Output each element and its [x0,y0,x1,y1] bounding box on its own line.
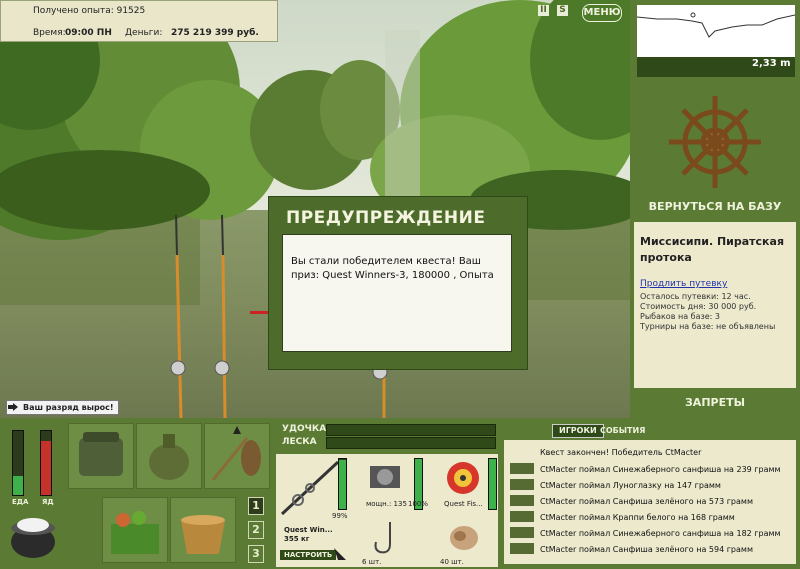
fish-icon [510,527,534,538]
rod-tension-bar [326,424,496,436]
slot-page-2-button[interactable]: 2 [248,521,264,539]
ship-wheel-icon[interactable] [660,92,770,195]
line-name: Quest Fis... [444,500,483,508]
reel-icon[interactable] [366,460,406,496]
rod-icon[interactable] [278,458,344,518]
anglers-count: Рыбаков на базе: 3 [640,312,720,321]
rod-name: Quest Win... [284,526,333,534]
poison-bar-fill [41,440,51,495]
tab-players[interactable]: ИГРОКИ [552,424,604,438]
fish-icon [510,479,534,490]
slot-page-3-button[interactable]: 3 [248,545,264,563]
line-tension-bar [326,437,496,449]
rod-percent: 99% [332,512,348,520]
arrow-right-icon [8,403,18,411]
fish-icon [510,463,534,474]
dialog-message: Вы стали победителем квеста! Ваш приз: Q… [291,256,494,281]
log-entry: CtMacter поймал Краппи белого на 168 гра… [540,513,735,522]
food-basket-icon [111,511,159,554]
return-to-base-button[interactable]: ВЕРНУТЬСЯ НА БАЗУ [636,198,794,216]
trip-time-left: Осталось путевки: 12 час. [640,292,751,301]
food-bar [12,430,24,496]
bait-count: 40 шт. [440,558,464,566]
bucket-slot[interactable] [170,497,236,563]
experience-label: Получено опыта: 91525 [33,6,146,16]
money-label: Деньги: [125,28,163,38]
day-cost: Стоимость дня: 30 000 руб. [640,302,757,311]
tackle-bag-icon [79,432,123,476]
player-stats-panel: Получено опыта: 91525 Время: 09:00 ПН Де… [0,0,278,42]
tab-events[interactable]: СОБЫТИЯ [600,425,645,437]
menu-button[interactable]: МЕНЮ [582,4,622,22]
quest-result-line: Квест закончен! Победитель CtMacter [540,448,702,457]
sound-button[interactable]: S [557,5,568,16]
tackle-bag-slot[interactable] [68,423,134,489]
rod-label: УДОЧКА [282,424,327,434]
setup-button[interactable]: НАСТРОИТЬ [280,550,337,560]
depth-value: 2,33 m [752,58,791,69]
log-entry: CtMacter поймал Санфиша зелёного на 594 … [540,545,753,554]
line-label: ЛЕСКА [282,437,317,447]
fish-icon [510,495,534,506]
pause-button[interactable]: II [538,5,549,16]
rod-durability-fill [339,459,346,509]
landing-net-icon [211,426,261,481]
rod-weight: 355 кг [284,535,310,543]
fishing-line-spool-icon[interactable] [444,460,482,496]
slot-page-1-button[interactable]: 1 [248,497,264,515]
time-label: Время: [33,28,66,38]
poison-label: ЯД [42,498,54,506]
fish-icon [510,543,534,554]
log-entry: CtMacter поймал Санфиша зелёного на 573 … [540,497,753,506]
log-entry: CtMacter поймал Синежаберного санфиша на… [540,465,781,474]
bait-bag-icon [149,434,189,480]
fish-icon [510,511,534,522]
time-value: 09:00 ПН [65,28,112,38]
location-title: Миссисипи. Пиратская протока [640,235,785,264]
rank-up-badge[interactable]: Ваш разряд вырос! [6,400,119,415]
reel-power: мощн.: 135 [366,500,407,508]
landing-net-slot[interactable] [204,423,270,489]
line-durability-fill [489,459,496,509]
extend-trip-link[interactable]: Продлить путевку [640,279,727,289]
poison-bar [40,430,52,496]
food-bar-fill [13,475,23,495]
cauldron-icon[interactable] [6,508,60,562]
bans-button[interactable]: ЗАПРЕТЫ [636,394,794,412]
tournaments-status: Турниры на базе: не объявлены [640,322,776,331]
log-entry: CtMacter поймал Синежаберного санфиша на… [540,529,781,538]
line-durability-bar [488,458,497,510]
dialog-title: ПРЕДУПРЕЖДЕНИЕ [286,208,486,228]
rank-up-text: Ваш разряд вырос! [23,403,114,412]
bucket-icon [181,515,225,554]
hook-count: 6 шт. [362,558,382,566]
bait-bag-slot[interactable] [136,423,202,489]
food-label: ЕДА [12,498,29,506]
dialog-message-box: Вы стали победителем квеста! Ваш приз: Q… [282,234,512,352]
arrow-down-right-icon [334,548,346,560]
food-basket-slot[interactable] [102,497,168,563]
rod-durability-bar [338,458,347,510]
log-entry: CtMacter поймал Луноглазку на 147 грамм [540,481,721,490]
bait-icon[interactable] [444,518,484,558]
hook-icon[interactable] [366,518,406,558]
money-value: 275 219 399 руб. [171,28,259,38]
log-tabs: ИГРОКИ СОБЫТИЯ [504,420,796,440]
reel-percent: 100% [408,500,429,508]
